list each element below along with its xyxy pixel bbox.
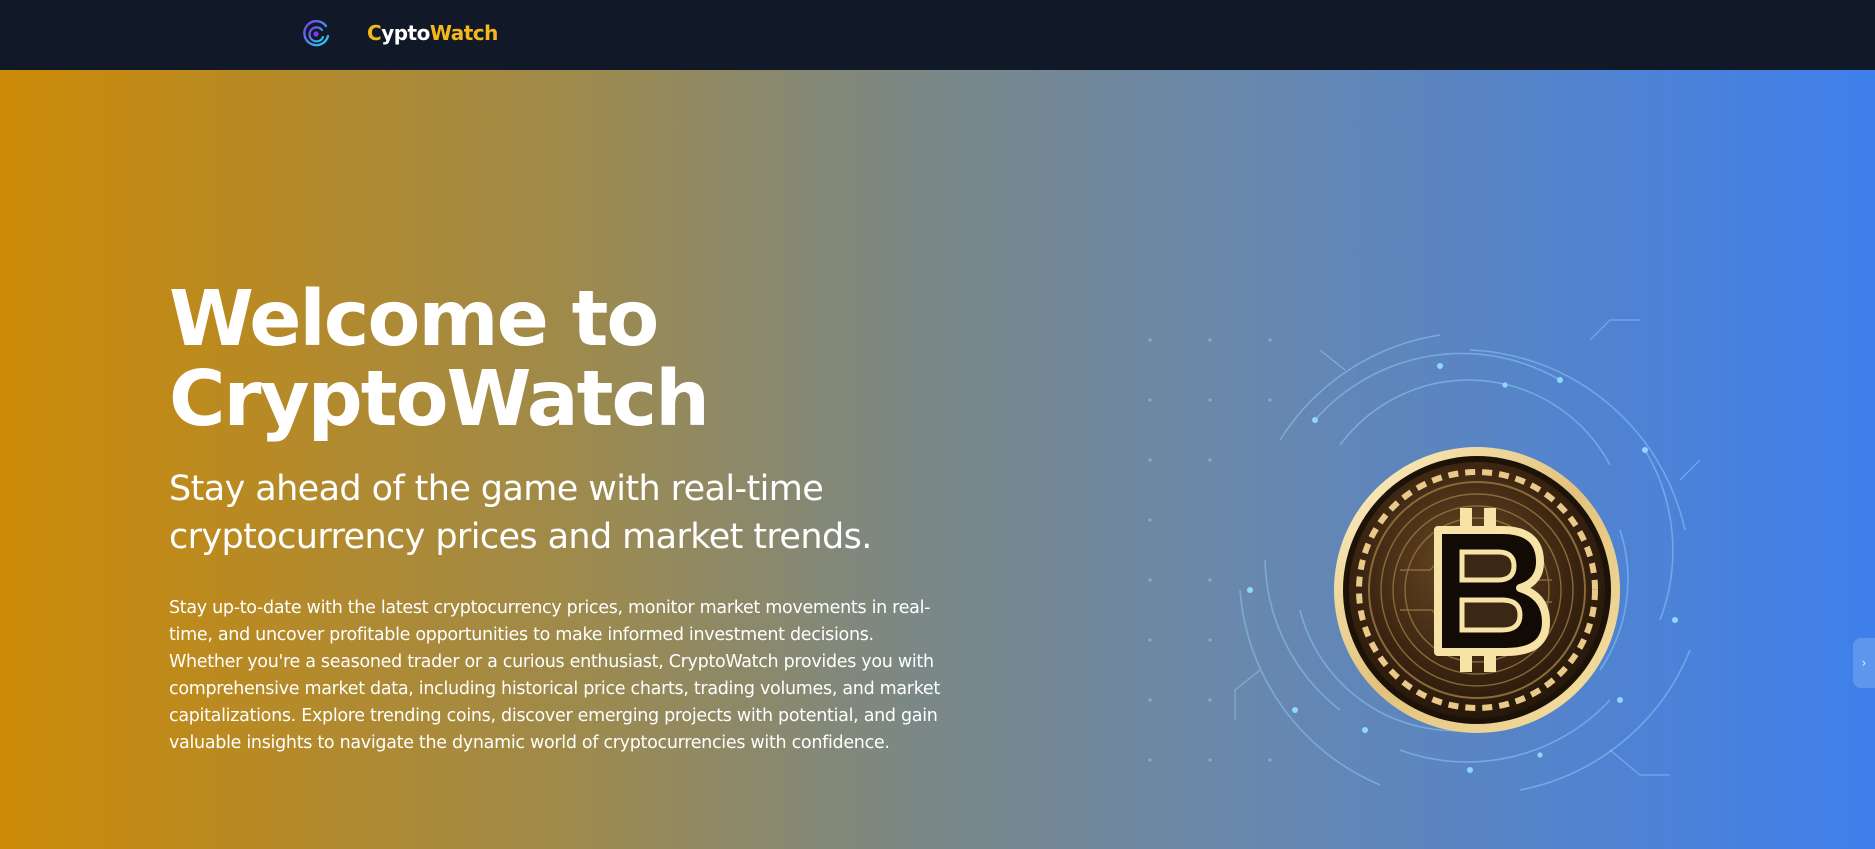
- side-tab-toggle[interactable]: ›: [1853, 638, 1875, 688]
- brand-name-initial: C: [367, 21, 382, 45]
- brand-name-middle: ypto: [381, 21, 430, 45]
- bitcoin-coin-icon: [1148, 319, 1701, 791]
- hero-section: Welcome to CryptoWatch Stay ahead of the…: [0, 70, 1875, 849]
- top-navbar: Cypto Watch: [0, 0, 1875, 70]
- brand-name-end: Watch: [429, 21, 499, 45]
- orbit-logo-icon[interactable]: [300, 18, 332, 50]
- hero-description: Stay up-to-date with the latest cryptocu…: [169, 598, 940, 753]
- hero-title: Welcome to CryptoWatch: [169, 275, 710, 444]
- brand-name[interactable]: Cypto Watch: [367, 21, 498, 45]
- hero-subtitle: Stay ahead of the game with real-time cr…: [169, 469, 872, 557]
- chevron-right-icon: ›: [1861, 656, 1867, 670]
